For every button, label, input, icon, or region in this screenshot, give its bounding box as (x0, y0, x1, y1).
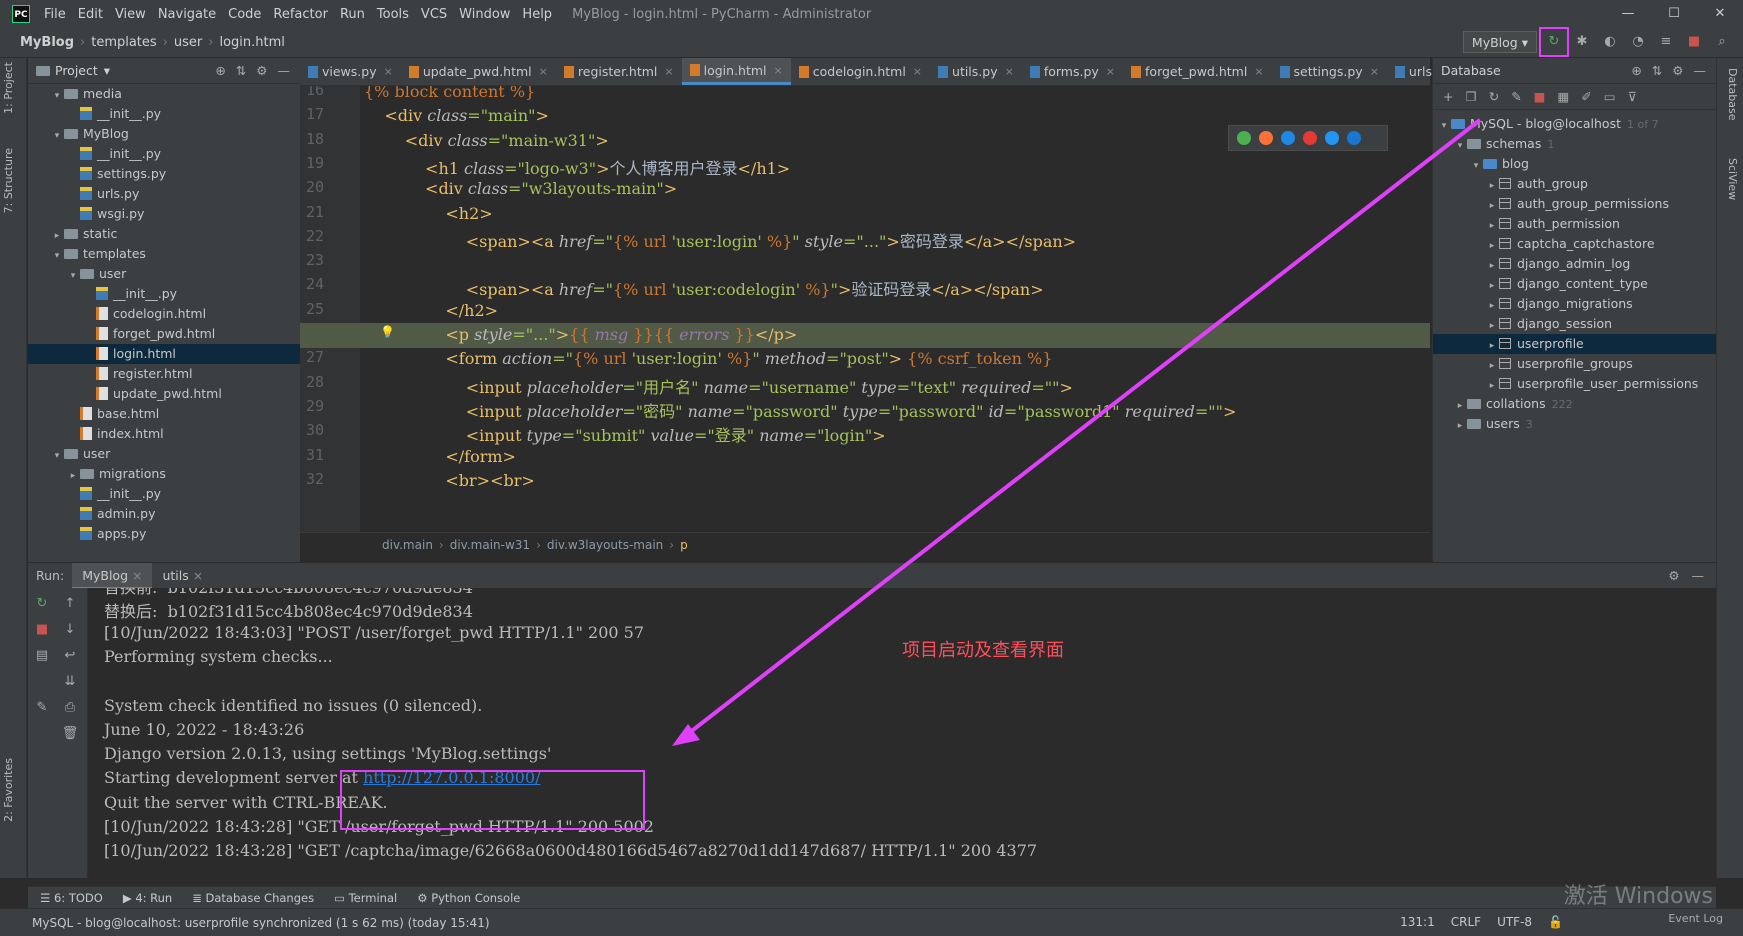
tool-window-icon: ▭ (334, 890, 349, 905)
tool-window-bar: ☰ 6: TODO ▶ 4: Run ≣ Database Changes ▭ Ter… (28, 886, 1716, 908)
event-log[interactable]: Event Log (1668, 912, 1723, 925)
status-bar: MySQL - blog@localhost: userprofile sync… (0, 908, 1743, 936)
tool-window-tab[interactable]: ☰ 6: TODO (40, 891, 103, 905)
tool-window-tab[interactable]: ▶ 4: Run (123, 891, 172, 905)
tool-window-label: Python Console (431, 890, 521, 905)
tool-window-label: 6: TODO (53, 890, 103, 905)
lock-icon[interactable]: 🔓 (1548, 915, 1563, 929)
tool-window-icon: ▶ (122, 890, 136, 905)
annotation-arrow (672, 118, 1482, 746)
annotation-box-url (340, 770, 645, 830)
line-separator[interactable]: CRLF (1451, 915, 1481, 929)
tool-window-icon: ⚙ (417, 890, 432, 905)
tool-window-icon: ≣ (192, 890, 206, 905)
windows-watermark: 激活 Windows (1563, 884, 1713, 909)
tool-window-tab[interactable]: ▭ Terminal (334, 891, 397, 905)
tool-window-icon: ☰ (40, 890, 54, 905)
caret-position[interactable]: 131:1 (1400, 915, 1435, 929)
file-encoding[interactable]: UTF-8 (1497, 915, 1532, 929)
tool-window-tab[interactable]: ⚙ Python Console (417, 891, 520, 905)
tool-window-label: Database Changes (205, 890, 315, 905)
tool-window-label: Terminal (348, 890, 398, 905)
pycharm-window: PC File Edit View Navigate Code Refactor Run To… (0, 0, 1743, 936)
tool-window-tab[interactable]: ≣ Database Changes (192, 891, 314, 905)
status-message: MySQL - blog@localhost: userprofile sync… (32, 915, 490, 930)
tool-window-label: 4: Run (135, 890, 173, 905)
